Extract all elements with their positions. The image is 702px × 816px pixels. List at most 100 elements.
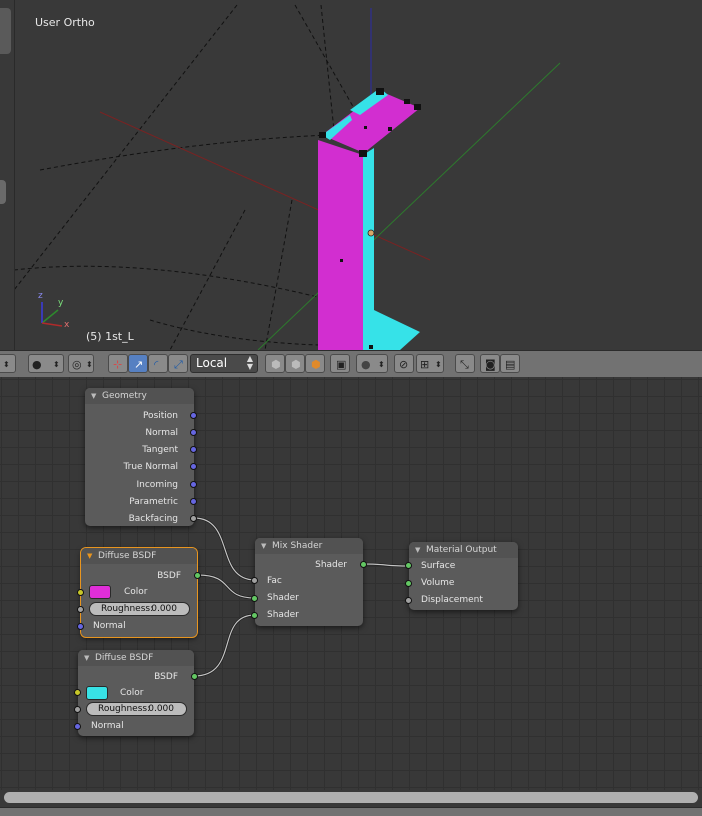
layer-3-button[interactable]: ⬢ bbox=[305, 354, 325, 373]
position-output-socket[interactable] bbox=[190, 412, 197, 419]
output-true-normal-label: True Normal bbox=[123, 462, 178, 472]
normal-output-socket[interactable] bbox=[190, 429, 197, 436]
updown-arrows-icon: ⬍ bbox=[435, 360, 442, 369]
volume-input-socket[interactable] bbox=[405, 580, 412, 587]
backfacing-output-socket[interactable] bbox=[190, 515, 197, 522]
collapse-triangle-icon[interactable]: ▼ bbox=[87, 548, 92, 564]
opengl-render-icon: ◙ bbox=[485, 358, 496, 371]
roughness-label: Roughness: bbox=[101, 604, 154, 614]
rotate-manipulator-button[interactable]: ◜ bbox=[148, 354, 168, 373]
node-editor[interactable]: ▼ Geometry Position Normal Tangent True … bbox=[0, 377, 702, 790]
shader-input-socket-2[interactable] bbox=[251, 612, 258, 619]
manipulator-toggle[interactable]: ⊹ bbox=[108, 354, 128, 373]
layer-2-icon: ⬢ bbox=[291, 358, 301, 371]
fac-input-socket[interactable] bbox=[251, 577, 258, 584]
displacement-label: Displacement bbox=[421, 595, 483, 605]
snap-target-button[interactable]: ⤡ bbox=[455, 354, 475, 373]
translate-manipulator-button[interactable]: ↗ bbox=[128, 354, 148, 373]
color-input-socket[interactable] bbox=[74, 689, 81, 696]
properties-tab[interactable] bbox=[0, 180, 6, 204]
layer-1-icon: ⬢ bbox=[271, 358, 281, 371]
displacement-input-socket[interactable] bbox=[405, 597, 412, 604]
node-header[interactable]: ▼ Material Output bbox=[409, 542, 518, 558]
bsdf-output-socket[interactable] bbox=[191, 673, 198, 680]
tool-shelf-tab[interactable] bbox=[0, 8, 11, 54]
mode-select[interactable]: ⬍ bbox=[0, 354, 16, 373]
true-normal-output-socket[interactable] bbox=[190, 463, 197, 470]
output-normal-label: Normal bbox=[145, 428, 178, 438]
snap-magnet-icon: ⊘ bbox=[399, 358, 409, 371]
gizmo-y-label: y bbox=[58, 298, 64, 308]
node-header[interactable]: ▼ Diffuse BSDF bbox=[81, 548, 197, 564]
view-name-label: User Ortho bbox=[35, 16, 95, 29]
lock-camera-button[interactable]: ▣ bbox=[330, 354, 350, 373]
roughness-slider[interactable]: Roughness: 0.000 bbox=[86, 702, 187, 716]
collapse-triangle-icon[interactable]: ▼ bbox=[261, 538, 266, 554]
snap-target-icon: ⤡ bbox=[460, 358, 469, 371]
color-input-socket[interactable] bbox=[77, 589, 84, 596]
surface-label: Surface bbox=[421, 561, 456, 571]
node-header[interactable]: ▼ Diffuse BSDF bbox=[78, 650, 194, 666]
region-divider[interactable] bbox=[14, 0, 15, 350]
geometry-node[interactable]: ▼ Geometry Position Normal Tangent True … bbox=[85, 388, 197, 526]
viewport-shading-select[interactable]: ● ⬍ bbox=[28, 354, 64, 373]
snap-element-select[interactable]: ⊞ ⬍ bbox=[416, 354, 444, 373]
updown-arrows-icon: ⬍ bbox=[53, 360, 60, 369]
collapse-triangle-icon[interactable]: ▼ bbox=[415, 542, 420, 558]
color-swatch[interactable] bbox=[86, 686, 108, 700]
shader-output-socket[interactable] bbox=[360, 561, 367, 568]
layer-2-button[interactable]: ⬢ bbox=[285, 354, 305, 373]
diffuse-bsdf-node-1[interactable]: ▼ Diffuse BSDF BSDF Color Roughness: 0.0… bbox=[77, 548, 201, 637]
horizontal-scrollbar[interactable] bbox=[4, 792, 698, 803]
pivot-point-select[interactable]: ◎ ⬍ bbox=[68, 354, 94, 373]
bsdf-output-socket[interactable] bbox=[194, 572, 201, 579]
shader-input-label-1: Shader bbox=[267, 593, 299, 603]
roughness-input-socket[interactable] bbox=[77, 606, 84, 613]
diffuse-bsdf-node-2[interactable]: ▼ Diffuse BSDF BSDF Color Roughness: 0.0… bbox=[74, 650, 198, 736]
node-title: Geometry bbox=[102, 391, 147, 401]
incoming-output-socket[interactable] bbox=[190, 481, 197, 488]
manipulator-icon: ⊹ bbox=[113, 358, 123, 371]
roughness-input-socket[interactable] bbox=[74, 706, 81, 713]
roughness-value: 0.000 bbox=[151, 604, 177, 614]
output-shader-label: Shader bbox=[315, 560, 347, 570]
scale-manipulator-button[interactable]: ⤢ bbox=[168, 354, 188, 373]
opengl-render-button[interactable]: ◙ bbox=[480, 354, 500, 373]
material-output-node[interactable]: ▼ Material Output Surface Volume Displac… bbox=[405, 542, 518, 610]
mix-shader-node[interactable]: ▼ Mix Shader Shader Fac Shader Shader bbox=[251, 538, 367, 626]
color-swatch[interactable] bbox=[89, 585, 111, 599]
output-bsdf-label: BSDF bbox=[157, 571, 181, 581]
layer-3-icon: ⬢ bbox=[311, 358, 321, 371]
tangent-output-socket[interactable] bbox=[190, 446, 197, 453]
shader-input-socket-1[interactable] bbox=[251, 595, 258, 602]
node-header[interactable]: ▼ Geometry bbox=[85, 388, 194, 404]
output-incoming-label: Incoming bbox=[136, 480, 179, 490]
transform-orientation-select[interactable]: Local ▲ ▼ bbox=[190, 354, 258, 373]
roughness-slider[interactable]: Roughness: 0.000 bbox=[89, 602, 190, 616]
rotate-manipulator-icon: ◜ bbox=[154, 358, 159, 371]
normal-input-socket[interactable] bbox=[77, 623, 84, 630]
volume-label: Volume bbox=[421, 578, 455, 588]
surface-input-socket[interactable] bbox=[405, 562, 412, 569]
render-animation-button[interactable]: ▤ bbox=[500, 354, 520, 373]
pillar-object[interactable] bbox=[318, 88, 421, 350]
scale-manipulator-icon: ⤢ bbox=[174, 358, 183, 371]
snap-toggle[interactable]: ⊘ bbox=[394, 354, 414, 373]
3d-viewport[interactable]: User Ortho (5) 1st_L y z x bbox=[0, 0, 702, 350]
collapse-triangle-icon[interactable]: ▼ bbox=[84, 650, 89, 666]
output-parametric-label: Parametric bbox=[129, 497, 178, 507]
object-name-label: (5) 1st_L bbox=[86, 330, 134, 343]
normal-label: Normal bbox=[93, 621, 126, 631]
roughness-label: Roughness: bbox=[98, 704, 151, 714]
node-header[interactable]: ▼ Mix Shader bbox=[255, 538, 363, 554]
3d-view-header: ⬍ ● ⬍ ◎ ⬍ ⊹ ↗ ◜ ⤢ Local ▲ ▼ ⬢ ⬢ ⬢ ▣ ● ⬍ ⊘… bbox=[0, 350, 702, 378]
parametric-output-socket[interactable] bbox=[190, 498, 197, 505]
updown-arrows-icon: ⬍ bbox=[3, 360, 10, 369]
updown-arrows-icon: ▲ ▼ bbox=[246, 354, 253, 371]
viewport-scene[interactable] bbox=[0, 0, 702, 350]
layer-1-button[interactable]: ⬢ bbox=[265, 354, 285, 373]
collapse-triangle-icon[interactable]: ▼ bbox=[91, 388, 96, 404]
output-backfacing-label: Backfacing bbox=[128, 514, 178, 524]
normal-input-socket[interactable] bbox=[74, 723, 81, 730]
proportional-edit-select[interactable]: ● ⬍ bbox=[356, 354, 388, 373]
